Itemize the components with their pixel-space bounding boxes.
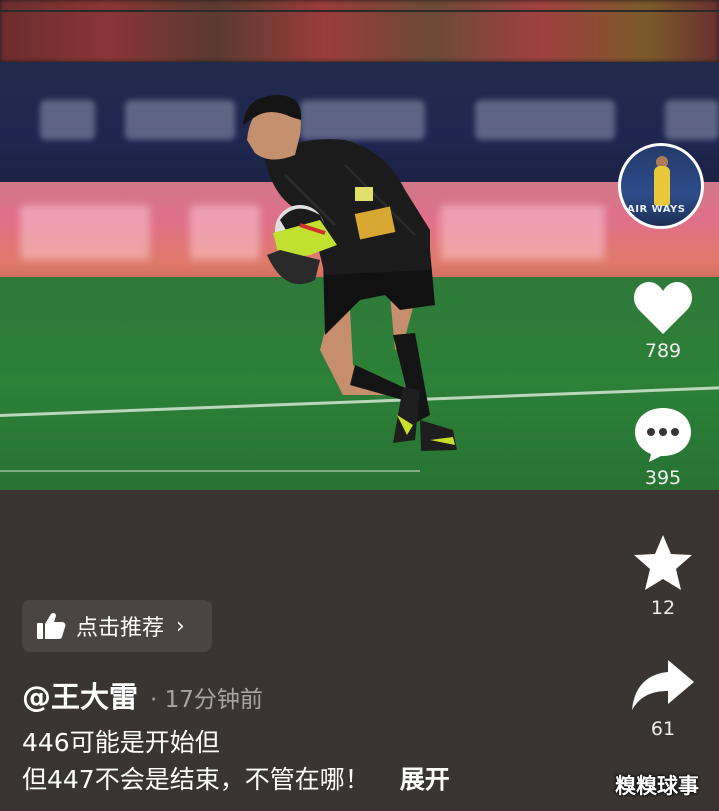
expand-button[interactable]: 展开 bbox=[400, 765, 450, 794]
post-time: · 17分钟前 bbox=[150, 687, 263, 713]
like-count: 789 bbox=[644, 340, 682, 362]
stand-railing bbox=[0, 10, 719, 12]
board-logo bbox=[125, 100, 235, 140]
recommend-label: 点击推荐 bbox=[76, 616, 165, 641]
board-logo bbox=[475, 100, 615, 140]
chevron-right-icon: › bbox=[176, 613, 185, 639]
avatar-figure bbox=[654, 166, 670, 206]
post-caption: 446可能是开始但 但447不会是结束，不管在哪！ 展开 bbox=[22, 724, 450, 798]
share-icon bbox=[632, 660, 694, 710]
pitch-line bbox=[0, 470, 420, 472]
thumbs-up-icon bbox=[37, 612, 66, 639]
video-player[interactable] bbox=[0, 0, 719, 490]
share-count: 61 bbox=[650, 718, 676, 740]
share-button[interactable]: 61 bbox=[623, 658, 703, 740]
author-name[interactable]: @王大雷 bbox=[22, 674, 138, 716]
star-icon bbox=[634, 535, 692, 590]
caption-line: 446可能是开始但 bbox=[22, 728, 220, 757]
watermark-text: 糗糗球事 bbox=[615, 774, 699, 798]
favorite-count: 12 bbox=[650, 597, 676, 619]
comment-button[interactable]: 395 bbox=[623, 405, 703, 489]
comment-icon bbox=[635, 408, 691, 462]
author-row: @王大雷 · 17分钟前 bbox=[22, 674, 263, 716]
comment-count: 395 bbox=[644, 467, 682, 489]
favorite-button[interactable]: 12 bbox=[623, 533, 703, 619]
recommend-button[interactable]: 点击推荐 › bbox=[22, 600, 212, 652]
goalkeeper-figure bbox=[243, 95, 457, 451]
board-banner bbox=[20, 205, 150, 260]
board-logo bbox=[665, 100, 719, 140]
like-button[interactable]: 789 bbox=[623, 280, 703, 362]
author-avatar[interactable]: AIR WAYS bbox=[618, 143, 704, 229]
caption-line-2: 但447不会是结束，不管在哪！ 展开 bbox=[22, 761, 450, 798]
avatar-sponsor-text: AIR WAYS bbox=[627, 204, 686, 215]
caption-line-text: 但447不会是结束，不管在哪！ bbox=[22, 765, 370, 794]
board-logo bbox=[40, 100, 95, 140]
heart-icon bbox=[633, 281, 693, 334]
